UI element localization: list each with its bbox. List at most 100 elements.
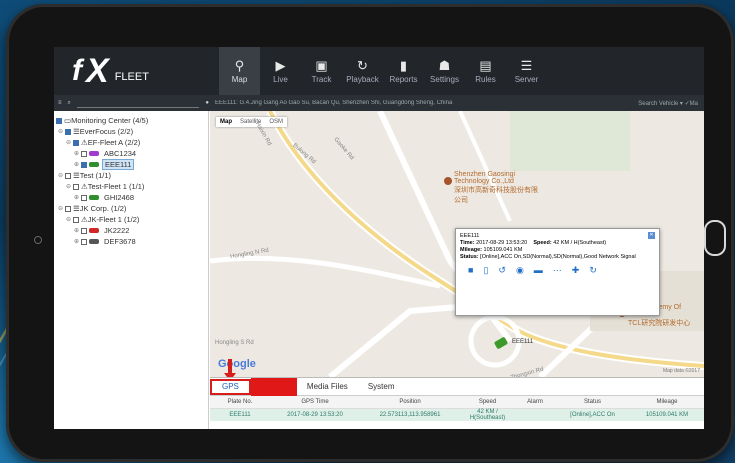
sub-bar: ≡ ⌕ ● EEE111: G.4.Jing Gang Ao Gao Su, B… (54, 95, 704, 111)
truck-icon (89, 195, 99, 200)
column-header: Speed (478, 399, 497, 405)
list-icon: ☰ (73, 127, 80, 136)
tree-fleet[interactable]: ⊖ ⚠ EF-Fleet A (2/2) (54, 137, 208, 148)
tree-vehicle[interactable]: ⊕ JK2222 (54, 225, 208, 236)
collapse-icon[interactable]: ⊖ (58, 172, 65, 179)
close-icon[interactable]: ✕ (648, 232, 655, 239)
playback-icon[interactable]: ↻ (589, 266, 597, 275)
expand-icon[interactable]: ⊕ (74, 194, 81, 201)
map-option-label: ✓Ma (684, 100, 698, 107)
checkbox[interactable] (81, 227, 87, 234)
tablet-frame: f X FLEET ⚲ Map ▶ Live ▣ Track ↻ Playback ▮ R… (6, 4, 734, 462)
checkbox[interactable] (81, 161, 87, 168)
tab-media-files[interactable]: Media Files (297, 378, 358, 396)
collapse-icon[interactable]: ⊖ (66, 139, 73, 146)
search-input[interactable] (76, 98, 200, 108)
phone-icon[interactable]: ▯ (483, 266, 488, 275)
tree-group[interactable]: ⊖ ☰ EverFocus (2/2) (54, 126, 208, 137)
nav-settings[interactable]: ☗ Settings (424, 47, 465, 95)
checkbox[interactable] (65, 172, 71, 179)
expand-icon[interactable]: ⊕ (74, 227, 81, 234)
address-bar: EEE111: G.4.Jing Gang Ao Gao Su, Bacan Q… (215, 100, 453, 106)
expand-icon[interactable]: ⊕ (74, 150, 81, 157)
collapse-icon[interactable]: ⊖ (58, 128, 65, 135)
expand-icon[interactable]: ⊕ (74, 161, 81, 168)
tree-group[interactable]: ⊖ ☰ Test (1/1) (54, 170, 208, 181)
mileage-label: Mileage: (460, 247, 483, 253)
fleet-icon: ⚠ (81, 215, 88, 224)
column-header: Mileage (656, 399, 678, 405)
tree-vehicle[interactable]: ⊕ EEE111 (54, 159, 208, 170)
app-screen: f X FLEET ⚲ Map ▶ Live ▣ Track ↻ Playback ▮ R… (54, 47, 704, 429)
collapse-icon[interactable]: ⊖ (66, 183, 73, 190)
tree-label: JK-Fleet 1 (1/2) (87, 215, 140, 224)
panel-tabs: GPS Alarm Media Files System (210, 377, 704, 396)
tree-fleet[interactable]: ⊖ ⚠ JK-Fleet 1 (1/2) (54, 214, 208, 225)
vehicle-marker-label: EEE111 (512, 339, 534, 345)
collapse-icon[interactable]: ⊖ (58, 205, 65, 212)
menu-icon[interactable]: ≡ (58, 100, 62, 106)
tree-label: Test (1/1) (79, 171, 111, 180)
nav-server[interactable]: ☰ Server (506, 47, 547, 95)
map-type-osm[interactable]: OSM (265, 117, 287, 127)
tree-label: Monitoring Center (4/5) (71, 116, 149, 125)
search-icon: ⌕ (67, 99, 71, 106)
nav-live[interactable]: ▶ Live (260, 47, 301, 95)
nav-track[interactable]: ▣ Track (301, 47, 342, 95)
checkbox[interactable] (81, 238, 87, 245)
playback-icon: ↻ (357, 57, 368, 73)
table-row[interactable]: EEE111 2017-08-29 13:53:20 22.573113,113… (210, 409, 704, 421)
truck-icon (89, 239, 99, 244)
road-label: Hongling S Rd (215, 340, 254, 346)
nav-playback[interactable]: ↻ Playback (342, 47, 383, 95)
nav-rules[interactable]: ▤ Rules (465, 47, 506, 95)
document-icon: ▤ (479, 57, 492, 73)
nav-label: Playback (346, 74, 379, 84)
map-type-map[interactable]: Map (216, 117, 236, 127)
tab-gps[interactable]: GPS (210, 378, 251, 395)
users-icon: ☗ (438, 57, 451, 73)
column-header: GPS Time (301, 399, 329, 405)
track-icon[interactable]: ↺ (498, 266, 506, 275)
tree-group[interactable]: ⊖ ☰ JK Corp. (1/2) (54, 203, 208, 214)
collapse-icon[interactable]: ⊖ (66, 216, 73, 223)
checkbox[interactable] (81, 194, 87, 201)
tab-system[interactable]: System (358, 378, 405, 396)
car-icon (89, 228, 99, 233)
tree-root[interactable]: ▭ Monitoring Center (4/5) (54, 115, 208, 126)
nav-reports[interactable]: ▮ Reports (383, 47, 424, 95)
camera-icon[interactable]: ◉ (516, 266, 524, 275)
tree-vehicle[interactable]: ⊕ DEF3678 (54, 236, 208, 247)
map-type-switcher: Map Satellite OSM (216, 117, 288, 127)
expand-icon[interactable]: ⊕ (74, 238, 81, 245)
video-icon[interactable]: ■ (468, 266, 473, 275)
table-cell: 22.573113,113.958961 (379, 412, 441, 418)
nav-map[interactable]: ⚲ Map (219, 47, 260, 95)
monitor-icon: ▭ (64, 116, 72, 125)
column-header: Alarm (527, 399, 543, 405)
search-vehicle-button[interactable]: Search Vehicle ▾ ✓Ma (638, 100, 704, 107)
column-header: Position (399, 399, 421, 405)
message-icon[interactable]: ▬ (534, 266, 543, 275)
nav-label: Rules (475, 74, 496, 84)
tree-vehicle[interactable]: ⊕ GHI2468 (54, 192, 208, 203)
tree-fleet[interactable]: ⊖ ⚠ Test-Fleet 1 (1/1) (54, 181, 208, 192)
tab-alarm[interactable]: Alarm (250, 377, 297, 396)
play-icon: ▶ (275, 57, 286, 73)
checkbox[interactable] (73, 183, 79, 190)
checkbox[interactable] (65, 128, 71, 135)
nav-items: ⚲ Map ▶ Live ▣ Track ↻ Playback ▮ Reports ☗ Se… (219, 47, 547, 95)
checkbox[interactable] (65, 205, 71, 212)
more-icon[interactable]: ⋯ (553, 266, 562, 275)
settings-icon[interactable]: ✚ (572, 266, 580, 275)
checkbox[interactable] (81, 150, 87, 157)
checkbox[interactable] (73, 139, 79, 146)
camera-dot (34, 236, 42, 244)
checkbox[interactable] (73, 216, 79, 223)
checkbox[interactable] (56, 117, 62, 124)
google-logo: Google (218, 358, 256, 370)
map-view[interactable]: Map Satellite OSM Shenzhen Gaosingi Tech… (210, 111, 704, 377)
tree-vehicle[interactable]: ⊕ ABC1234 (54, 148, 208, 159)
table-cell: [Online],ACC On (570, 412, 615, 418)
home-button[interactable] (704, 220, 726, 256)
